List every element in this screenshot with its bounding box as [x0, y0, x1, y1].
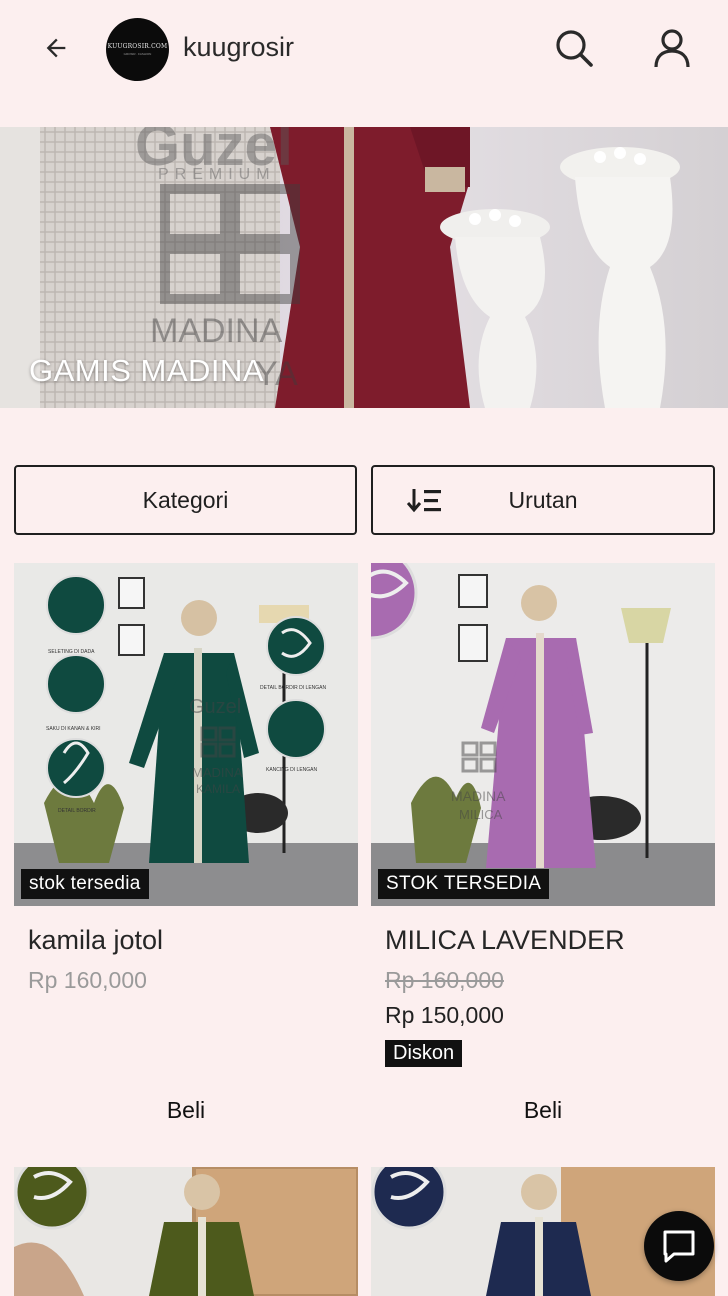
product-name[interactable]: MILICA LAVENDER — [385, 925, 625, 956]
buy-button[interactable]: Beli — [371, 1090, 715, 1130]
sort-icon — [407, 489, 441, 513]
product-name[interactable]: kamila jotol — [28, 925, 163, 956]
watermark-collection: MADINA — [150, 312, 283, 350]
watermark-variant: KAMILA — [196, 782, 240, 796]
watermark-collection: MADINA — [451, 788, 506, 804]
callout-bordir-lengan: DETAIL BORDIR DI LENGAN — [260, 685, 327, 691]
watermark-tier: PREMIUM — [158, 166, 276, 183]
search-icon — [556, 30, 593, 67]
urutan-label: Urutan — [508, 486, 578, 513]
product-price: Rp 160,000 — [28, 967, 147, 993]
arrow-left-icon — [46, 38, 66, 58]
back-button[interactable] — [36, 28, 76, 68]
store-logo[interactable]: KUUGROSIR.COM GROSIR · FASHION — [106, 18, 169, 81]
callout-saku: SAKU DI KANAN & KIRI — [46, 726, 100, 732]
product-image[interactable]: SELETING DI DADA SAKU DI KANAN & KIRI DE… — [14, 563, 358, 906]
watermark-collection: MADINA — [192, 765, 243, 780]
product-photo — [14, 1167, 358, 1296]
chat-bubble-icon — [663, 1230, 695, 1263]
urutan-button[interactable]: Urutan — [371, 465, 715, 535]
callout-seleting: SELETING DI DADA — [48, 649, 95, 655]
store-name[interactable]: kuugrosir — [183, 32, 294, 63]
discounted-price: Rp 150,000 — [385, 1002, 504, 1028]
logo-text: KUUGROSIR.COM — [107, 43, 168, 50]
discount-badge: Diskon — [385, 1040, 463, 1067]
callout-bordir: DETAIL BORDIR — [58, 808, 96, 814]
person-icon — [654, 29, 690, 68]
product-image[interactable]: MADINA MILICA STOK TERSEDIA — [371, 563, 715, 906]
watermark-variant: MILICA — [459, 807, 503, 822]
banner-title: GAMIS MADINA — [29, 353, 265, 388]
chat-button[interactable] — [644, 1211, 714, 1281]
top-app-bar: KUUGROSIR.COM GROSIR · FASHION kuugrosir — [0, 0, 728, 100]
product-photo: MADINA MILICA — [371, 563, 715, 906]
buy-button[interactable]: Beli — [14, 1090, 358, 1130]
account-button[interactable] — [650, 26, 694, 70]
stock-badge: stok tersedia — [21, 869, 149, 899]
search-button[interactable] — [552, 26, 596, 70]
kategori-button[interactable]: Kategori — [14, 465, 357, 535]
callout-kancing: KANCING DI LENGAN — [266, 767, 318, 773]
category-banner: Guzel PREMIUM MADINA YA GAMIS MADINA — [0, 127, 728, 408]
logo-subtext: GROSIR · FASHION — [123, 52, 152, 56]
stock-badge: STOK TERSEDIA — [378, 869, 550, 899]
original-price: Rp 160,000 — [385, 967, 504, 993]
product-photo: SELETING DI DADA SAKU DI KANAN & KIRI DE… — [14, 563, 358, 906]
watermark-brand: Guzel — [189, 696, 241, 718]
kategori-label: Kategori — [142, 486, 229, 513]
product-image[interactable] — [14, 1167, 358, 1296]
